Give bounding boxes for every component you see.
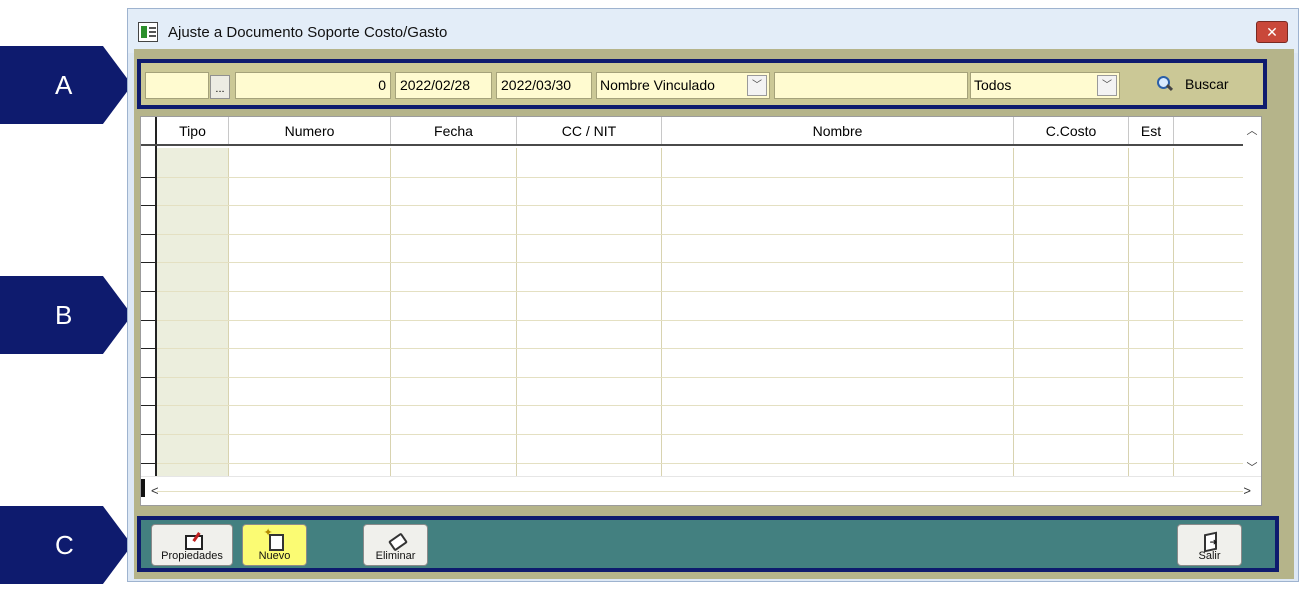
texto-busqueda-input[interactable] <box>774 72 968 99</box>
campo-busqueda-select[interactable]: Nombre Vinculado ﹀ <box>596 72 770 99</box>
grid-row-line <box>157 405 1243 407</box>
row-selector-mark[interactable] <box>141 348 156 350</box>
propiedades-label: Propiedades <box>161 550 223 562</box>
vertical-scrollbar[interactable]: ︿ ﹀ <box>1243 117 1261 476</box>
chevron-down-icon[interactable]: ﹀ <box>1097 75 1117 96</box>
row-selector-column <box>141 146 157 493</box>
column-nombre <box>662 148 1014 476</box>
callout-c-label: C <box>55 529 74 560</box>
column-header-filler <box>1174 117 1245 144</box>
estado-value: Todos <box>974 77 1012 93</box>
chevron-down-icon[interactable]: ﹀ <box>1245 459 1259 474</box>
callout-a-label: A <box>55 69 73 100</box>
propiedades-button[interactable]: Propiedades <box>151 524 233 566</box>
buscar-button[interactable]: Buscar <box>1155 69 1265 99</box>
column-cc-nit <box>517 148 662 476</box>
column-c-costo <box>1014 148 1129 476</box>
row-selector-mark[interactable] <box>141 462 156 464</box>
salir-button[interactable]: Salir <box>1177 524 1242 566</box>
callout-a: A <box>0 46 132 124</box>
column-est <box>1129 148 1174 476</box>
buscar-label: Buscar <box>1185 76 1229 92</box>
tipo-input[interactable] <box>145 72 209 99</box>
app-form-icon <box>138 22 158 42</box>
row-selector-mark[interactable] <box>141 376 156 378</box>
row-selector-mark[interactable] <box>141 434 156 435</box>
column-header-nombre[interactable]: Nombre <box>662 117 1014 144</box>
exit-icon <box>1201 532 1219 548</box>
estado-select[interactable]: Todos ﹀ <box>970 72 1120 99</box>
column-header-numero[interactable]: Numero <box>229 117 391 144</box>
app-window: Ajuste a Documento Soporte Costo/Gasto ✕… <box>127 8 1299 582</box>
grid-row-line <box>157 348 1243 350</box>
properties-icon <box>183 532 203 550</box>
grid-row-line <box>157 462 1243 464</box>
window-title: Ajuste a Documento Soporte Costo/Gasto <box>168 24 448 41</box>
column-filler <box>1174 148 1243 476</box>
close-button[interactable]: ✕ <box>1256 21 1288 43</box>
fecha-hasta-input[interactable]: 2022/03/30 <box>496 72 592 99</box>
chevron-right-icon[interactable]: > <box>1243 483 1251 498</box>
column-tipo <box>157 148 229 476</box>
column-fecha <box>391 148 517 476</box>
grid-row-line <box>157 491 1243 493</box>
search-icon <box>1155 75 1173 93</box>
row-selector-mark[interactable] <box>141 205 156 207</box>
documents-grid[interactable]: Tipo Numero Fecha CC / NIT Nombre C.Cost… <box>140 116 1262 506</box>
row-selector-mark[interactable] <box>141 233 156 235</box>
grid-body <box>157 148 1243 476</box>
grid-row-line <box>157 319 1243 321</box>
column-header-cc-nit[interactable]: CC / NIT <box>517 117 662 144</box>
nuevo-button[interactable]: Nuevo <box>242 524 307 566</box>
grid-row-line <box>157 434 1243 435</box>
row-selector-mark[interactable] <box>141 291 156 292</box>
column-header-est[interactable]: Est <box>1129 117 1174 144</box>
grid-row-line <box>157 205 1243 207</box>
chevron-down-icon[interactable]: ﹀ <box>747 75 767 96</box>
callout-b-label: B <box>55 299 73 330</box>
row-selector-mark[interactable] <box>141 319 156 321</box>
column-header-tipo[interactable]: Tipo <box>157 117 229 144</box>
row-selector-mark[interactable] <box>141 262 156 264</box>
row-selector-mark[interactable] <box>141 176 156 178</box>
salir-label: Salir <box>1198 550 1221 562</box>
filter-toolbar: ... 0 2022/02/28 2022/03/30 Nombre Vincu… <box>137 59 1267 109</box>
grid-row-line <box>157 376 1243 378</box>
new-document-icon <box>264 526 284 551</box>
callout-b: B <box>0 276 132 354</box>
scroll-marker <box>141 479 145 497</box>
grid-row-line <box>157 291 1243 292</box>
grid-header: Tipo Numero Fecha CC / NIT Nombre C.Cost… <box>141 117 1245 146</box>
column-header-fecha[interactable]: Fecha <box>391 117 517 144</box>
callout-c: C <box>0 506 132 584</box>
eliminar-label: Eliminar <box>375 550 416 562</box>
column-numero <box>229 148 391 476</box>
row-selector-header <box>141 117 157 144</box>
tipo-lookup-button[interactable]: ... <box>210 75 230 99</box>
eraser-icon <box>387 532 405 548</box>
fecha-desde-input[interactable]: 2022/02/28 <box>395 72 492 99</box>
action-toolbar: Propiedades Nuevo Eliminar Salir <box>137 516 1279 572</box>
grid-row-line <box>157 233 1243 235</box>
grid-row-line <box>157 262 1243 264</box>
grid-row-line <box>157 176 1243 178</box>
eliminar-button[interactable]: Eliminar <box>363 524 428 566</box>
chevron-up-icon[interactable]: ︿ <box>1245 122 1259 137</box>
client-area: ... 0 2022/02/28 2022/03/30 Nombre Vincu… <box>134 49 1294 579</box>
campo-busqueda-value: Nombre Vinculado <box>600 77 715 93</box>
close-icon: ✕ <box>1266 23 1278 40</box>
column-header-c-costo[interactable]: C.Costo <box>1014 117 1129 144</box>
row-selector-mark[interactable] <box>141 405 156 407</box>
nuevo-label: Nuevo <box>258 550 291 562</box>
numero-input[interactable]: 0 <box>235 72 391 99</box>
title-bar: Ajuste a Documento Soporte Costo/Gasto ✕ <box>128 9 1298 53</box>
